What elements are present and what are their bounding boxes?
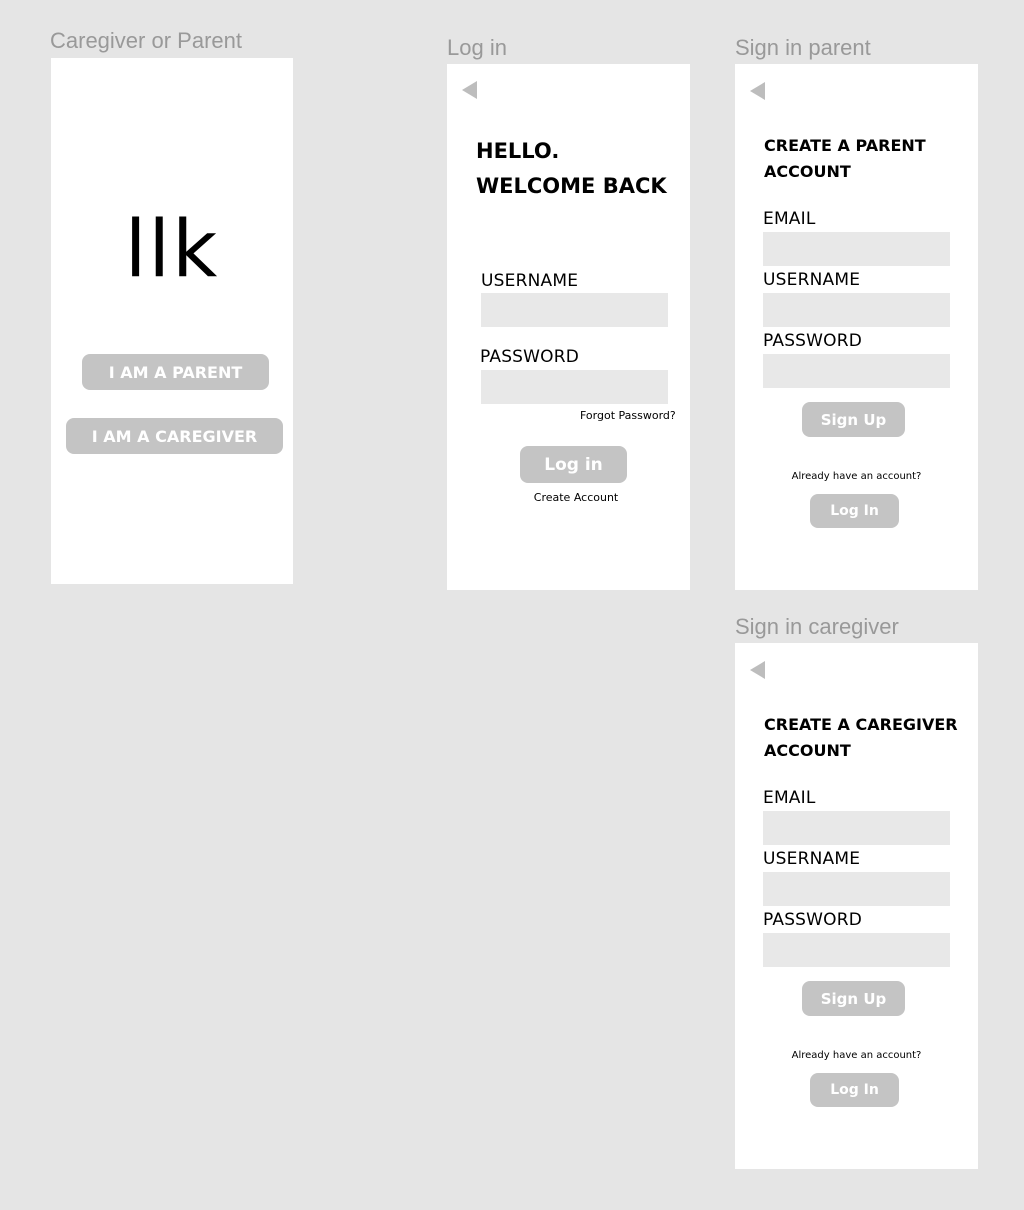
frame-title-choose-role: Caregiver or Parent [50,28,242,53]
password-input[interactable] [763,354,950,388]
frame-title-login: Log in [447,35,507,60]
forgot-password-link[interactable]: Forgot Password? [580,409,676,422]
username-label: USERNAME [481,271,579,291]
frame-title-signin-parent: Sign in parent [735,35,871,60]
create-parent-heading-line1: CREATE A PARENT [764,136,926,155]
password-label: PASSWORD [480,347,580,367]
create-caregiver-heading-line2: ACCOUNT [764,741,851,760]
back-arrow-icon[interactable] [750,82,765,100]
already-have-account-text: Already have an account? [791,1050,922,1061]
login-heading-line1: HELLO. [476,139,560,163]
create-account-link[interactable]: Create Account [447,491,705,504]
back-arrow-icon[interactable] [462,81,477,99]
log-in-button[interactable]: Log In [810,494,899,528]
email-label: EMAIL [763,788,816,808]
back-arrow-icon[interactable] [750,661,765,679]
password-label: PASSWORD [763,331,863,351]
i-am-a-parent-button[interactable]: I AM A PARENT [82,354,269,390]
password-input[interactable] [763,933,950,967]
email-input[interactable] [763,232,950,266]
login-screen: HELLO. WELCOME BACK USERNAME PASSWORD Fo… [447,64,690,590]
create-parent-heading-line2: ACCOUNT [764,162,851,181]
log-in-button[interactable]: Log In [810,1073,899,1107]
i-am-a-caregiver-button[interactable]: I AM A CAREGIVER [66,418,283,454]
choose-role-screen: llk I AM A PARENT I AM A CAREGIVER [51,58,293,584]
username-label: USERNAME [763,849,861,869]
sign-up-button[interactable]: Sign Up [802,402,905,437]
signin-parent-screen: CREATE A PARENT ACCOUNT EMAIL USERNAME P… [735,64,978,590]
username-label: USERNAME [763,270,861,290]
login-heading-line2: WELCOME BACK [476,174,667,198]
password-input[interactable] [481,370,668,404]
password-label: PASSWORD [763,910,863,930]
frame-title-signin-caregiver: Sign in caregiver [735,614,899,639]
email-label: EMAIL [763,209,816,229]
login-button[interactable]: Log in [520,446,627,483]
username-input[interactable] [763,293,950,327]
create-caregiver-heading-line1: CREATE A CAREGIVER [764,715,958,734]
already-have-account-text: Already have an account? [791,471,922,482]
username-input[interactable] [763,872,950,906]
username-input[interactable] [481,293,668,327]
app-logo: llk [124,205,220,295]
email-input[interactable] [763,811,950,845]
sign-up-button[interactable]: Sign Up [802,981,905,1016]
signin-caregiver-screen: CREATE A CAREGIVER ACCOUNT EMAIL USERNAM… [735,643,978,1169]
